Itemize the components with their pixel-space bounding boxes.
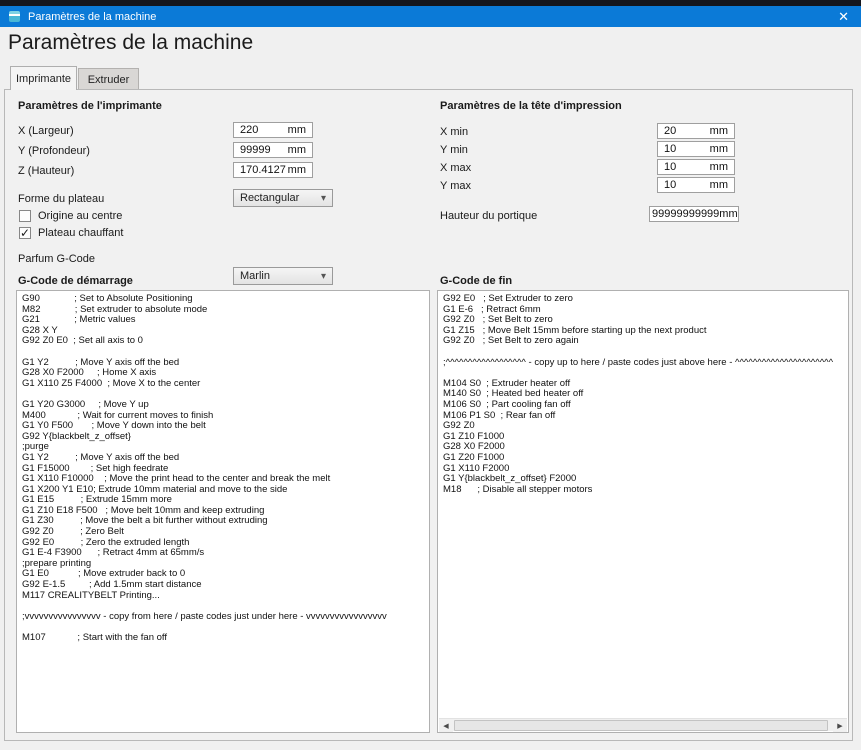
heated-bed-checkbox[interactable]: ✓ [19, 227, 31, 239]
z-height-label: Z (Hauteur) [18, 165, 75, 177]
gantry-height-value: 99999999999 [652, 208, 720, 220]
origin-center-row: Origine au centre [19, 210, 122, 222]
x-min-unit: mm [709, 125, 728, 137]
heated-bed-row: ✓ Plateau chauffant [19, 227, 123, 239]
origin-center-checkbox[interactable] [19, 210, 31, 222]
heated-bed-label: Plateau chauffant [38, 227, 124, 239]
close-icon[interactable]: ✕ [838, 6, 849, 27]
gantry-height-label: Hauteur du portique [440, 210, 538, 222]
x-max-label: X max [440, 162, 472, 174]
gantry-height-field[interactable]: 99999999999 mm [649, 206, 739, 222]
chevron-down-icon: ▾ [320, 271, 326, 282]
x-min-value: 20 [664, 125, 677, 137]
y-max-unit: mm [709, 179, 728, 191]
x-max-field[interactable]: 10 mm [657, 159, 735, 175]
x-width-unit: mm [287, 124, 306, 136]
y-depth-unit: mm [287, 144, 306, 156]
app-icon [9, 11, 20, 22]
scroll-right-icon[interactable]: ▶ [833, 719, 847, 732]
scroll-left-icon[interactable]: ◀ [439, 719, 453, 732]
x-width-value: 220 [240, 124, 259, 136]
origin-center-label: Origine au centre [38, 210, 123, 222]
gantry-height-unit: mm [719, 208, 738, 220]
y-max-field[interactable]: 10 mm [657, 177, 735, 193]
horizontal-scrollbar: ◀ ▶ [439, 718, 847, 732]
printer-settings-title: Paramètres de l'imprimante [18, 100, 162, 112]
start-gcode-title: G-Code de démarrage [18, 275, 133, 287]
buildplate-shape-value: Rectangular [240, 192, 300, 204]
x-width-label: X (Largeur) [18, 125, 74, 137]
buildplate-shape-label: Forme du plateau [18, 193, 105, 205]
y-depth-value: 99999 [240, 144, 271, 156]
y-max-label: Y max [440, 180, 471, 192]
y-max-value: 10 [664, 179, 677, 191]
x-max-value: 10 [664, 161, 677, 173]
gcode-flavor-label: Parfum G-Code [18, 253, 96, 265]
buildplate-shape-dropdown[interactable]: Rectangular ▾ [233, 189, 333, 207]
x-min-label: X min [440, 126, 469, 138]
y-min-unit: mm [709, 143, 728, 155]
z-height-unit: mm [287, 164, 306, 176]
y-min-value: 10 [664, 143, 677, 155]
end-gcode-textarea[interactable]: G92 E0 ; Set Extruder to zero G1 E-6 ; R… [437, 290, 849, 733]
titlebar: Paramètres de la machine ✕ [0, 6, 861, 27]
z-height-value: 170.4127 [240, 164, 286, 176]
scrollbar-thumb[interactable] [454, 720, 828, 731]
z-height-field[interactable]: 170.4127 mm [233, 162, 313, 178]
y-depth-field[interactable]: 99999 mm [233, 142, 313, 158]
tab-imprimante[interactable]: Imprimante [10, 66, 77, 90]
x-min-field[interactable]: 20 mm [657, 123, 735, 139]
end-gcode-title: G-Code de fin [440, 275, 513, 287]
start-gcode-text: G90 ; Set to Absolute Positioning M82 ; … [22, 293, 387, 643]
checkmark-icon: ✓ [20, 226, 31, 240]
end-gcode-text: G92 E0 ; Set Extruder to zero G1 E-6 ; R… [443, 293, 834, 495]
gcode-flavor-value: Marlin [240, 270, 270, 282]
page-title: Paramètres de la machine [8, 31, 254, 54]
start-gcode-textarea[interactable]: G90 ; Set to Absolute Positioning M82 ; … [16, 290, 430, 733]
y-min-label: Y min [440, 144, 468, 156]
window-title: Paramètres de la machine [28, 10, 157, 23]
y-min-field[interactable]: 10 mm [657, 141, 735, 157]
machine-settings-dialog: Paramètres de la machine ✕ Paramètres de… [0, 0, 861, 750]
gcode-flavor-dropdown[interactable]: Marlin ▾ [233, 267, 333, 285]
y-depth-label: Y (Profondeur) [18, 145, 90, 157]
x-width-field[interactable]: 220 mm [233, 122, 313, 138]
tab-extruder[interactable]: Extruder [78, 68, 139, 90]
x-max-unit: mm [709, 161, 728, 173]
chevron-down-icon: ▾ [320, 193, 326, 204]
printhead-settings-title: Paramètres de la tête d'impression [440, 100, 622, 112]
